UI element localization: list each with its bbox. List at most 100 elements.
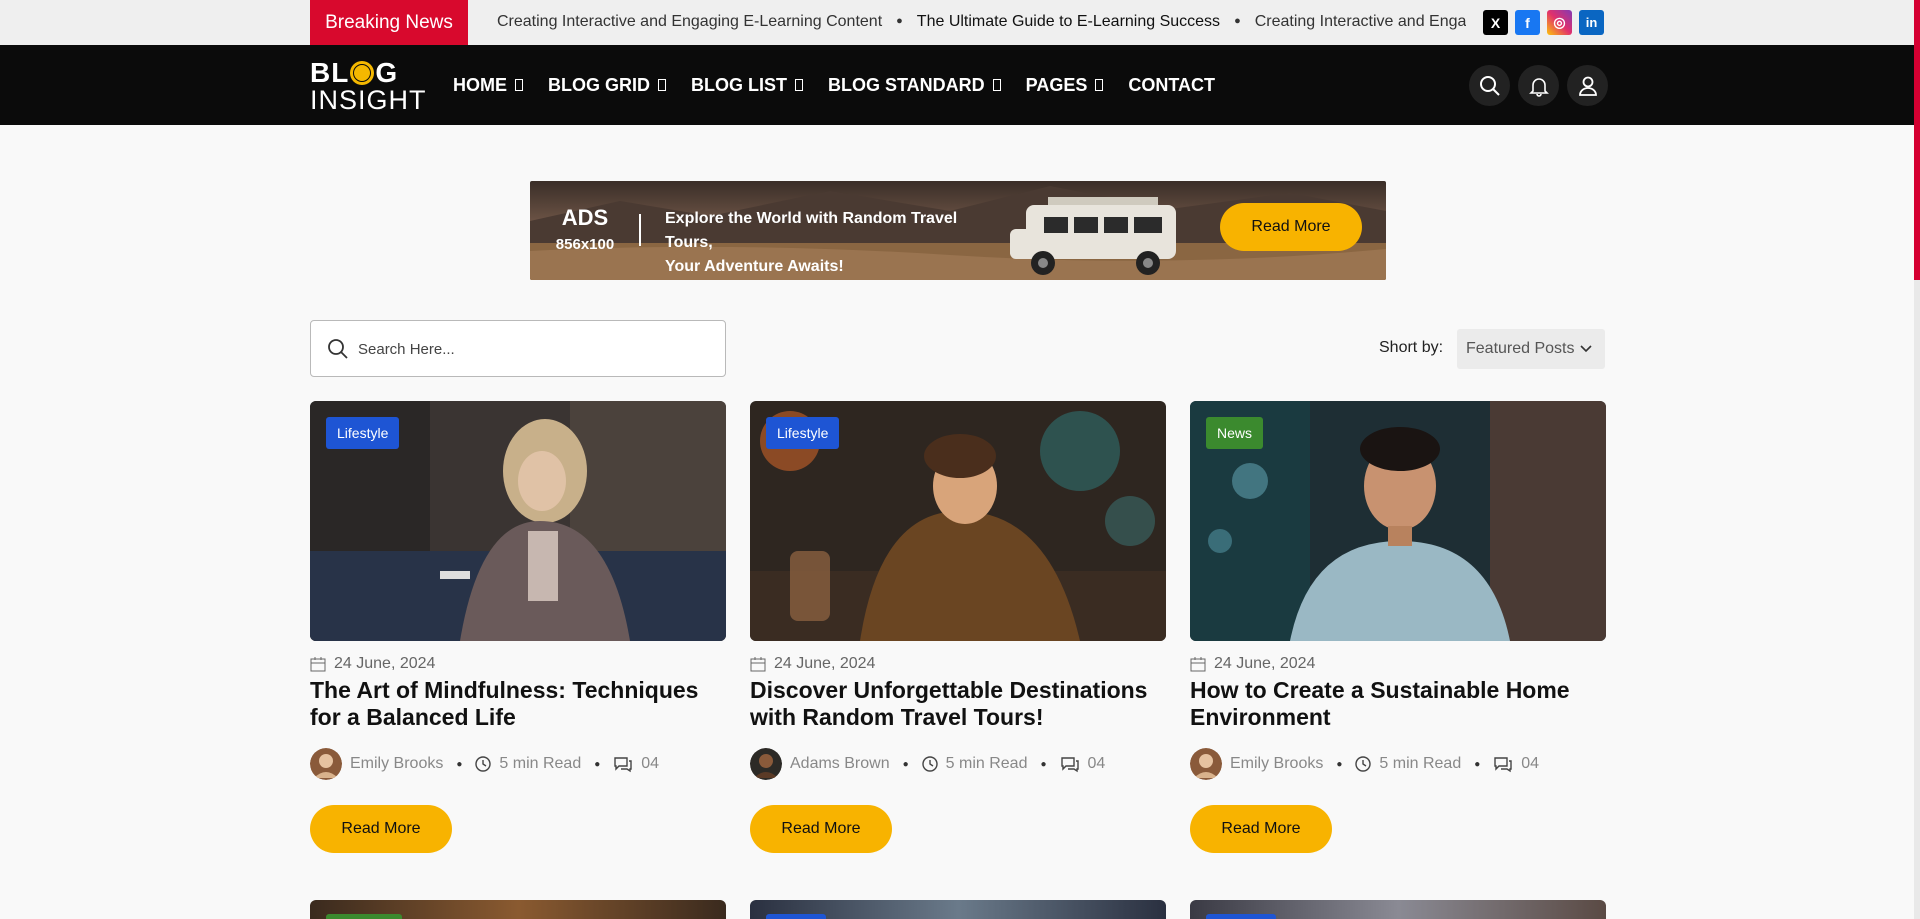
- author-avatar[interactable]: [750, 748, 782, 780]
- post-meta: Emily Brooks ● 5 min Read ● 04: [1190, 748, 1539, 780]
- post-card: Lifestyle 24 June, 2024 The Art of Mindf…: [310, 401, 726, 853]
- ad-banner[interactable]: ADS 856x100 Explore the World with Rando…: [530, 181, 1386, 280]
- van-image: [1010, 197, 1176, 275]
- post-title[interactable]: The Art of Mindfulness: Techniques for a…: [310, 677, 726, 731]
- caret-icon: [1095, 79, 1104, 91]
- post-title[interactable]: Discover Unforgettable Destinations with…: [750, 677, 1166, 731]
- breaking-news-label: Breaking News: [310, 0, 468, 45]
- sort-select[interactable]: Featured Posts: [1457, 329, 1605, 369]
- meta-separator: ●: [1474, 758, 1481, 770]
- nav-item-contact[interactable]: CONTACT: [1128, 75, 1215, 96]
- clock-icon: [921, 756, 938, 772]
- caret-icon: [795, 79, 803, 91]
- post-card-partial[interactable]: [310, 900, 726, 919]
- comment-icon: [614, 757, 632, 773]
- post-date-text: 24 June, 2024: [334, 655, 436, 672]
- instagram-icon[interactable]: ◎: [1547, 10, 1572, 35]
- post-date-text: 24 June, 2024: [1214, 655, 1316, 672]
- site-logo[interactable]: BL G INSIGHT: [310, 59, 427, 114]
- post-card: News 24 June, 2024 How to Create a Susta…: [1190, 401, 1606, 853]
- social-links: X f ◎ in: [1483, 10, 1604, 35]
- nav-item-home[interactable]: HOME: [453, 75, 523, 96]
- post-image[interactable]: News: [1190, 401, 1606, 641]
- nav-item-blog-grid[interactable]: BLOG GRID: [548, 75, 666, 96]
- nav-item-label: HOME: [453, 74, 507, 95]
- logo-text: BL: [310, 57, 350, 88]
- meta-separator: ●: [456, 758, 463, 770]
- scrollbar-thumb[interactable]: [1914, 0, 1920, 280]
- ticker-separator: ●: [896, 15, 903, 27]
- sort-label: Short by:: [1379, 339, 1444, 356]
- nav-item-blog-list[interactable]: BLOG LIST: [691, 75, 803, 96]
- ticker-item[interactable]: Creating Interactive and Engaging E-Lear…: [497, 0, 882, 43]
- category-badge[interactable]: Lifestyle: [766, 417, 840, 449]
- category-badge: [766, 914, 826, 919]
- comment-icon: [1060, 757, 1079, 773]
- post-image[interactable]: Lifestyle: [750, 401, 1166, 641]
- post-date: 24 June, 2024: [750, 655, 875, 673]
- caret-icon: [658, 79, 666, 91]
- comment-count: 04: [641, 755, 660, 772]
- author-name[interactable]: Emily Brooks: [1230, 755, 1323, 773]
- ad-read-more-button[interactable]: Read More: [1220, 203, 1362, 251]
- ad-text-line: Explore the World with Random Travel Tou…: [665, 210, 958, 251]
- globe-icon: [350, 61, 375, 85]
- post-date: 24 June, 2024: [1190, 655, 1315, 673]
- post-card: Lifestyle 24 June, 2024 Discover Unforge…: [750, 401, 1166, 853]
- search-box: [310, 320, 726, 377]
- ticker-item[interactable]: Creating Interactive and Engaging E-Lear…: [1255, 0, 1466, 43]
- read-more-button[interactable]: Read More: [750, 805, 892, 853]
- top-bar: Breaking News Creating Interactive and E…: [0, 0, 1914, 45]
- post-card-partial[interactable]: [1190, 900, 1606, 919]
- main-navbar: BL G INSIGHT HOME BLOG GRID BLOG LIST BLO…: [0, 45, 1914, 125]
- author-name[interactable]: Emily Brooks: [350, 755, 443, 773]
- bell-icon: [1528, 77, 1549, 97]
- nav-item-pages[interactable]: PAGES: [1026, 75, 1104, 96]
- meta-separator: ●: [1040, 758, 1047, 770]
- search-icon: [1479, 75, 1500, 96]
- post-image[interactable]: Lifestyle: [310, 401, 726, 641]
- nav-item-label: PAGES: [1025, 74, 1088, 95]
- calendar-icon: [1190, 657, 1206, 672]
- page-scrollbar[interactable]: [1914, 0, 1920, 919]
- nav-item-label: BLOG GRID: [548, 74, 650, 95]
- account-button[interactable]: [1567, 65, 1608, 106]
- read-more-button[interactable]: Read More: [310, 805, 452, 853]
- search-button[interactable]: [1469, 65, 1510, 106]
- ad-text-line: Your Adventure Awaits!: [665, 258, 844, 275]
- author-avatar[interactable]: [310, 748, 342, 780]
- post-card-partial[interactable]: [750, 900, 1166, 919]
- logo-text: INSIGHT: [310, 85, 427, 115]
- author-avatar[interactable]: [1190, 748, 1222, 780]
- linkedin-icon[interactable]: in: [1579, 10, 1604, 35]
- calendar-icon: [750, 657, 766, 672]
- post-date-text: 24 June, 2024: [774, 655, 876, 672]
- notifications-button[interactable]: [1518, 65, 1559, 106]
- main-menu: HOME BLOG GRID BLOG LIST BLOG STANDARD P…: [453, 45, 1240, 125]
- nav-item-blog-standard[interactable]: BLOG STANDARD: [828, 75, 1001, 96]
- nav-item-label: BLOG LIST: [691, 74, 787, 95]
- category-badge[interactable]: Lifestyle: [326, 417, 400, 449]
- nav-item-label: BLOG STANDARD: [828, 74, 985, 95]
- author-name[interactable]: Adams Brown: [790, 755, 890, 773]
- news-ticker: Creating Interactive and Engaging E-Lear…: [497, 0, 1466, 45]
- comment-count: 04: [1087, 755, 1106, 772]
- meta-separator: ●: [594, 758, 601, 770]
- caret-icon: [992, 79, 1001, 91]
- x-icon[interactable]: X: [1483, 10, 1508, 35]
- search-icon: [328, 339, 348, 359]
- read-more-button[interactable]: Read More: [1190, 805, 1332, 853]
- clock-icon: [1355, 756, 1372, 772]
- read-time: 5 min Read: [499, 755, 582, 772]
- facebook-icon[interactable]: f: [1515, 10, 1540, 35]
- ad-title: ADS: [561, 205, 609, 230]
- chevron-down-icon: [1580, 345, 1592, 353]
- search-input[interactable]: [358, 335, 708, 363]
- category-badge[interactable]: News: [1206, 417, 1264, 449]
- meta-separator: ●: [902, 758, 909, 770]
- ad-divider: [639, 214, 641, 246]
- calendar-icon: [310, 657, 326, 672]
- ad-size: 856x100: [555, 236, 615, 253]
- post-title[interactable]: How to Create a Sustainable Home Environ…: [1190, 677, 1606, 731]
- ticker-item[interactable]: The Ultimate Guide to E-Learning Success: [917, 0, 1220, 43]
